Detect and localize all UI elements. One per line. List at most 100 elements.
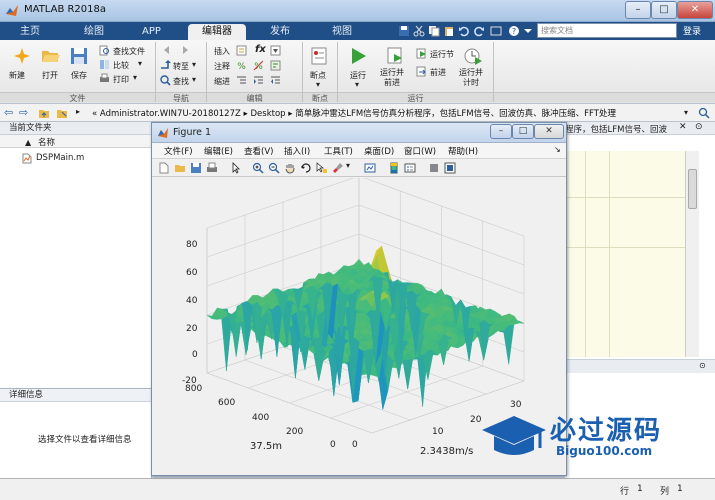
- menu-tools[interactable]: 工具(T): [324, 145, 353, 157]
- compare-icon[interactable]: [99, 59, 110, 70]
- tab-publish[interactable]: 发布: [256, 24, 304, 40]
- advance-button[interactable]: 前进: [430, 67, 446, 78]
- find-button[interactable]: 查找: [173, 76, 189, 87]
- run-and-time-button[interactable]: 运行并 计时: [459, 68, 483, 88]
- panel-close-icon[interactable]: ✕: [679, 122, 687, 132]
- goto-icon[interactable]: [160, 60, 171, 71]
- menu-insert[interactable]: 插入(I): [284, 145, 310, 157]
- print-button[interactable]: 打印: [113, 74, 129, 85]
- increase-indent-icon[interactable]: [253, 75, 264, 86]
- print-figure-icon[interactable]: [206, 162, 218, 174]
- zoom-out-icon[interactable]: [268, 162, 280, 174]
- goto-button[interactable]: 转至: [173, 61, 189, 72]
- save-button[interactable]: 保存: [71, 70, 87, 81]
- find-icon[interactable]: [160, 75, 171, 86]
- compare-button[interactable]: 比较: [113, 60, 129, 71]
- insert-section-icon[interactable]: [236, 45, 247, 56]
- search-folder-icon[interactable]: [698, 107, 710, 119]
- cut-quick-icon[interactable]: [413, 25, 425, 37]
- save-icon[interactable]: [69, 46, 89, 66]
- open-file-icon[interactable]: [174, 162, 186, 174]
- find-files-button[interactable]: 查找文件: [113, 46, 145, 57]
- brush-icon[interactable]: [332, 162, 344, 174]
- breakpoints-icon[interactable]: [309, 46, 329, 66]
- show-plot-tools-icon[interactable]: [444, 162, 456, 174]
- paste-quick-icon[interactable]: [443, 25, 455, 37]
- pan-hand-icon[interactable]: [284, 162, 296, 174]
- legend-icon[interactable]: [404, 162, 416, 174]
- panel-options-icon[interactable]: ⊙: [695, 122, 703, 132]
- run-and-advance-icon[interactable]: [385, 46, 405, 66]
- close-button[interactable]: ✕: [677, 1, 713, 19]
- forward-nav-icon[interactable]: [178, 45, 189, 56]
- back-arrow-icon[interactable]: ⇦: [4, 106, 13, 119]
- goto-dropdown-icon[interactable]: ▾: [192, 60, 196, 69]
- quick-access-dropdown-icon[interactable]: [524, 27, 532, 35]
- tab-apps[interactable]: APP: [128, 24, 175, 40]
- path-history-dropdown-icon[interactable]: ▾: [684, 108, 688, 117]
- smart-indent-icon[interactable]: [236, 75, 247, 86]
- breakpoints-dropdown-icon[interactable]: ▾: [316, 80, 320, 89]
- switch-windows-icon[interactable]: [490, 25, 502, 37]
- scrollbar-thumb[interactable]: [688, 169, 697, 209]
- menu-dock-icon[interactable]: ↘: [554, 145, 561, 154]
- editor-code-area[interactable]: [565, 151, 685, 357]
- figure-maximize-button[interactable]: □: [512, 124, 534, 139]
- menu-edit[interactable]: 编辑(E): [204, 145, 233, 157]
- menu-view[interactable]: 查看(V): [244, 145, 273, 157]
- print-icon[interactable]: [99, 73, 110, 84]
- run-dropdown-icon[interactable]: ▾: [355, 80, 359, 89]
- open-folder-icon[interactable]: [40, 46, 60, 66]
- hide-plot-tools-icon[interactable]: [428, 162, 440, 174]
- compare-dropdown-icon[interactable]: ▾: [138, 59, 142, 68]
- run-section-button[interactable]: 运行节: [430, 49, 454, 60]
- run-and-time-icon[interactable]: [463, 46, 483, 66]
- login-link[interactable]: 登录: [683, 24, 701, 37]
- tab-plots[interactable]: 绘图: [70, 24, 118, 40]
- wrap-comments-icon[interactable]: [270, 60, 281, 71]
- run-icon[interactable]: [348, 46, 368, 66]
- figure-minimize-button[interactable]: –: [490, 124, 512, 139]
- insert-button[interactable]: 插入: [214, 46, 230, 57]
- copy-quick-icon[interactable]: [428, 25, 440, 37]
- forward-arrow-icon[interactable]: ⇨: [19, 106, 28, 119]
- menu-window[interactable]: 窗口(W): [404, 145, 436, 157]
- list-item[interactable]: DSPMain.m: [0, 151, 151, 165]
- redo-quick-icon[interactable]: [473, 25, 485, 37]
- advance-icon[interactable]: [416, 66, 427, 77]
- edit-plot-arrow-icon[interactable]: [230, 162, 242, 174]
- save-figure-icon[interactable]: [190, 162, 202, 174]
- uncomment-icon[interactable]: %: [253, 60, 264, 71]
- save-quick-icon[interactable]: [398, 25, 410, 37]
- figure-close-button[interactable]: ✕: [534, 124, 564, 139]
- tab-view[interactable]: 视图: [318, 24, 366, 40]
- zoom-in-icon[interactable]: [252, 162, 264, 174]
- path-dropdown-icon[interactable]: ▸: [76, 107, 80, 116]
- vertical-scrollbar[interactable]: [685, 151, 699, 357]
- sort-ascending-icon[interactable]: ▲: [25, 137, 31, 149]
- run-and-advance-button[interactable]: 运行并 前进: [380, 68, 404, 88]
- tab-home[interactable]: 主页: [6, 24, 54, 40]
- insert-dropdown-icon[interactable]: [270, 45, 281, 56]
- run-section-icon[interactable]: [416, 48, 427, 59]
- search-documentation-input[interactable]: 搜索文档: [537, 23, 677, 38]
- rotate-3d-icon[interactable]: [300, 162, 312, 174]
- brush-dropdown-icon[interactable]: ▾: [346, 161, 350, 170]
- comment-percent-icon[interactable]: %: [236, 60, 247, 71]
- find-dropdown-icon[interactable]: ▾: [192, 75, 196, 84]
- link-plot-icon[interactable]: [364, 162, 376, 174]
- command-window-options-icon[interactable]: ⊙: [699, 361, 706, 370]
- name-column-header[interactable]: 名称: [38, 137, 55, 149]
- print-dropdown-icon[interactable]: ▾: [133, 73, 137, 82]
- current-folder-path[interactable]: « Administrator.WIN7U-20180127Z ▸ Deskto…: [92, 107, 616, 119]
- indent-button[interactable]: 缩进: [214, 76, 230, 87]
- minimize-button[interactable]: –: [625, 1, 651, 19]
- insert-function-button[interactable]: fx: [255, 44, 266, 55]
- colorbar-icon[interactable]: [388, 162, 400, 174]
- new-icon[interactable]: [12, 46, 32, 66]
- decrease-indent-icon[interactable]: [270, 75, 281, 86]
- tab-editor[interactable]: 编辑器: [188, 24, 246, 40]
- maximize-button[interactable]: □: [651, 1, 677, 19]
- back-nav-icon[interactable]: [163, 45, 174, 56]
- menu-file[interactable]: 文件(F): [164, 145, 193, 157]
